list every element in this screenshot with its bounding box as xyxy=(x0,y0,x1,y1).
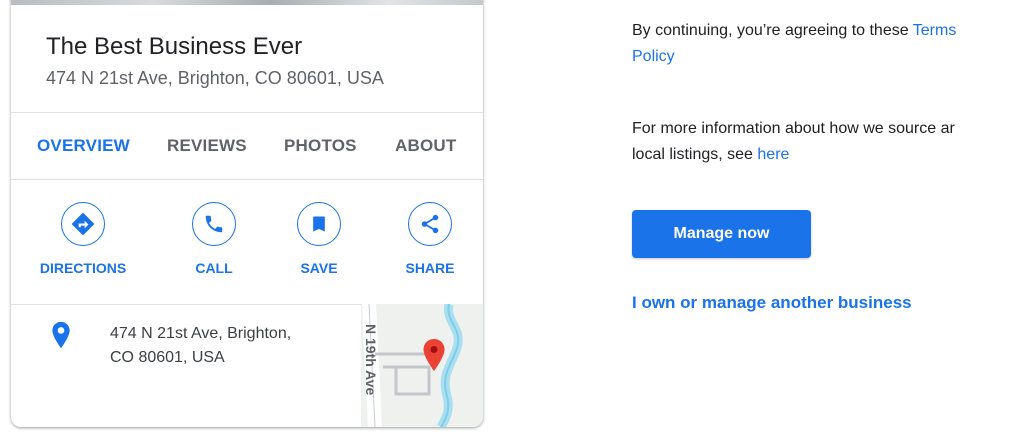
share-label: SHARE xyxy=(405,260,455,276)
business-name: The Best Business Ever xyxy=(46,33,303,60)
manage-now-button[interactable]: Manage now xyxy=(632,210,811,258)
directions-label: DIRECTIONS xyxy=(39,260,127,276)
terms-text: By continuing, you’re agreeing to these … xyxy=(632,22,957,65)
tab-photos[interactable]: PHOTOS xyxy=(284,136,357,156)
policy-link[interactable]: Policy xyxy=(632,48,675,65)
here-link[interactable]: here xyxy=(757,146,789,163)
location-pin-icon xyxy=(52,321,70,349)
business-address: 474 N 21st Ave, Brighton, CO 80601, USA xyxy=(46,68,384,88)
directions-button[interactable]: DIRECTIONS xyxy=(33,202,133,276)
call-label: CALL xyxy=(195,260,233,276)
phone-icon xyxy=(205,215,223,233)
map-marker-icon xyxy=(423,339,445,371)
directions-icon xyxy=(71,212,95,236)
save-label: SAVE xyxy=(300,260,338,276)
other-business-link[interactable]: I own or manage another business xyxy=(632,293,912,313)
tab-overview[interactable]: OVERVIEW xyxy=(37,136,130,156)
save-button[interactable]: SAVE xyxy=(269,202,369,276)
share-button[interactable]: SHARE xyxy=(380,202,480,276)
map-thumbnail[interactable]: N 19th Ave xyxy=(361,304,483,427)
divider xyxy=(11,179,483,180)
business-card: The Best Business Ever 474 N 21st Ave, B… xyxy=(11,0,483,427)
source-info-text: For more information about how we source… xyxy=(632,120,955,163)
divider xyxy=(11,112,483,113)
call-button[interactable]: CALL xyxy=(164,202,264,276)
location-address: 474 N 21st Ave, Brighton, CO 80601, USA xyxy=(110,325,292,366)
tab-reviews[interactable]: REVIEWS xyxy=(167,136,247,156)
terms-link[interactable]: Terms xyxy=(913,22,957,39)
map-road-label: N 19th Ave xyxy=(363,324,379,396)
share-icon xyxy=(421,214,439,234)
bookmark-icon xyxy=(313,216,325,232)
business-photo-strip[interactable] xyxy=(11,0,483,5)
tab-about[interactable]: ABOUT xyxy=(395,136,456,156)
